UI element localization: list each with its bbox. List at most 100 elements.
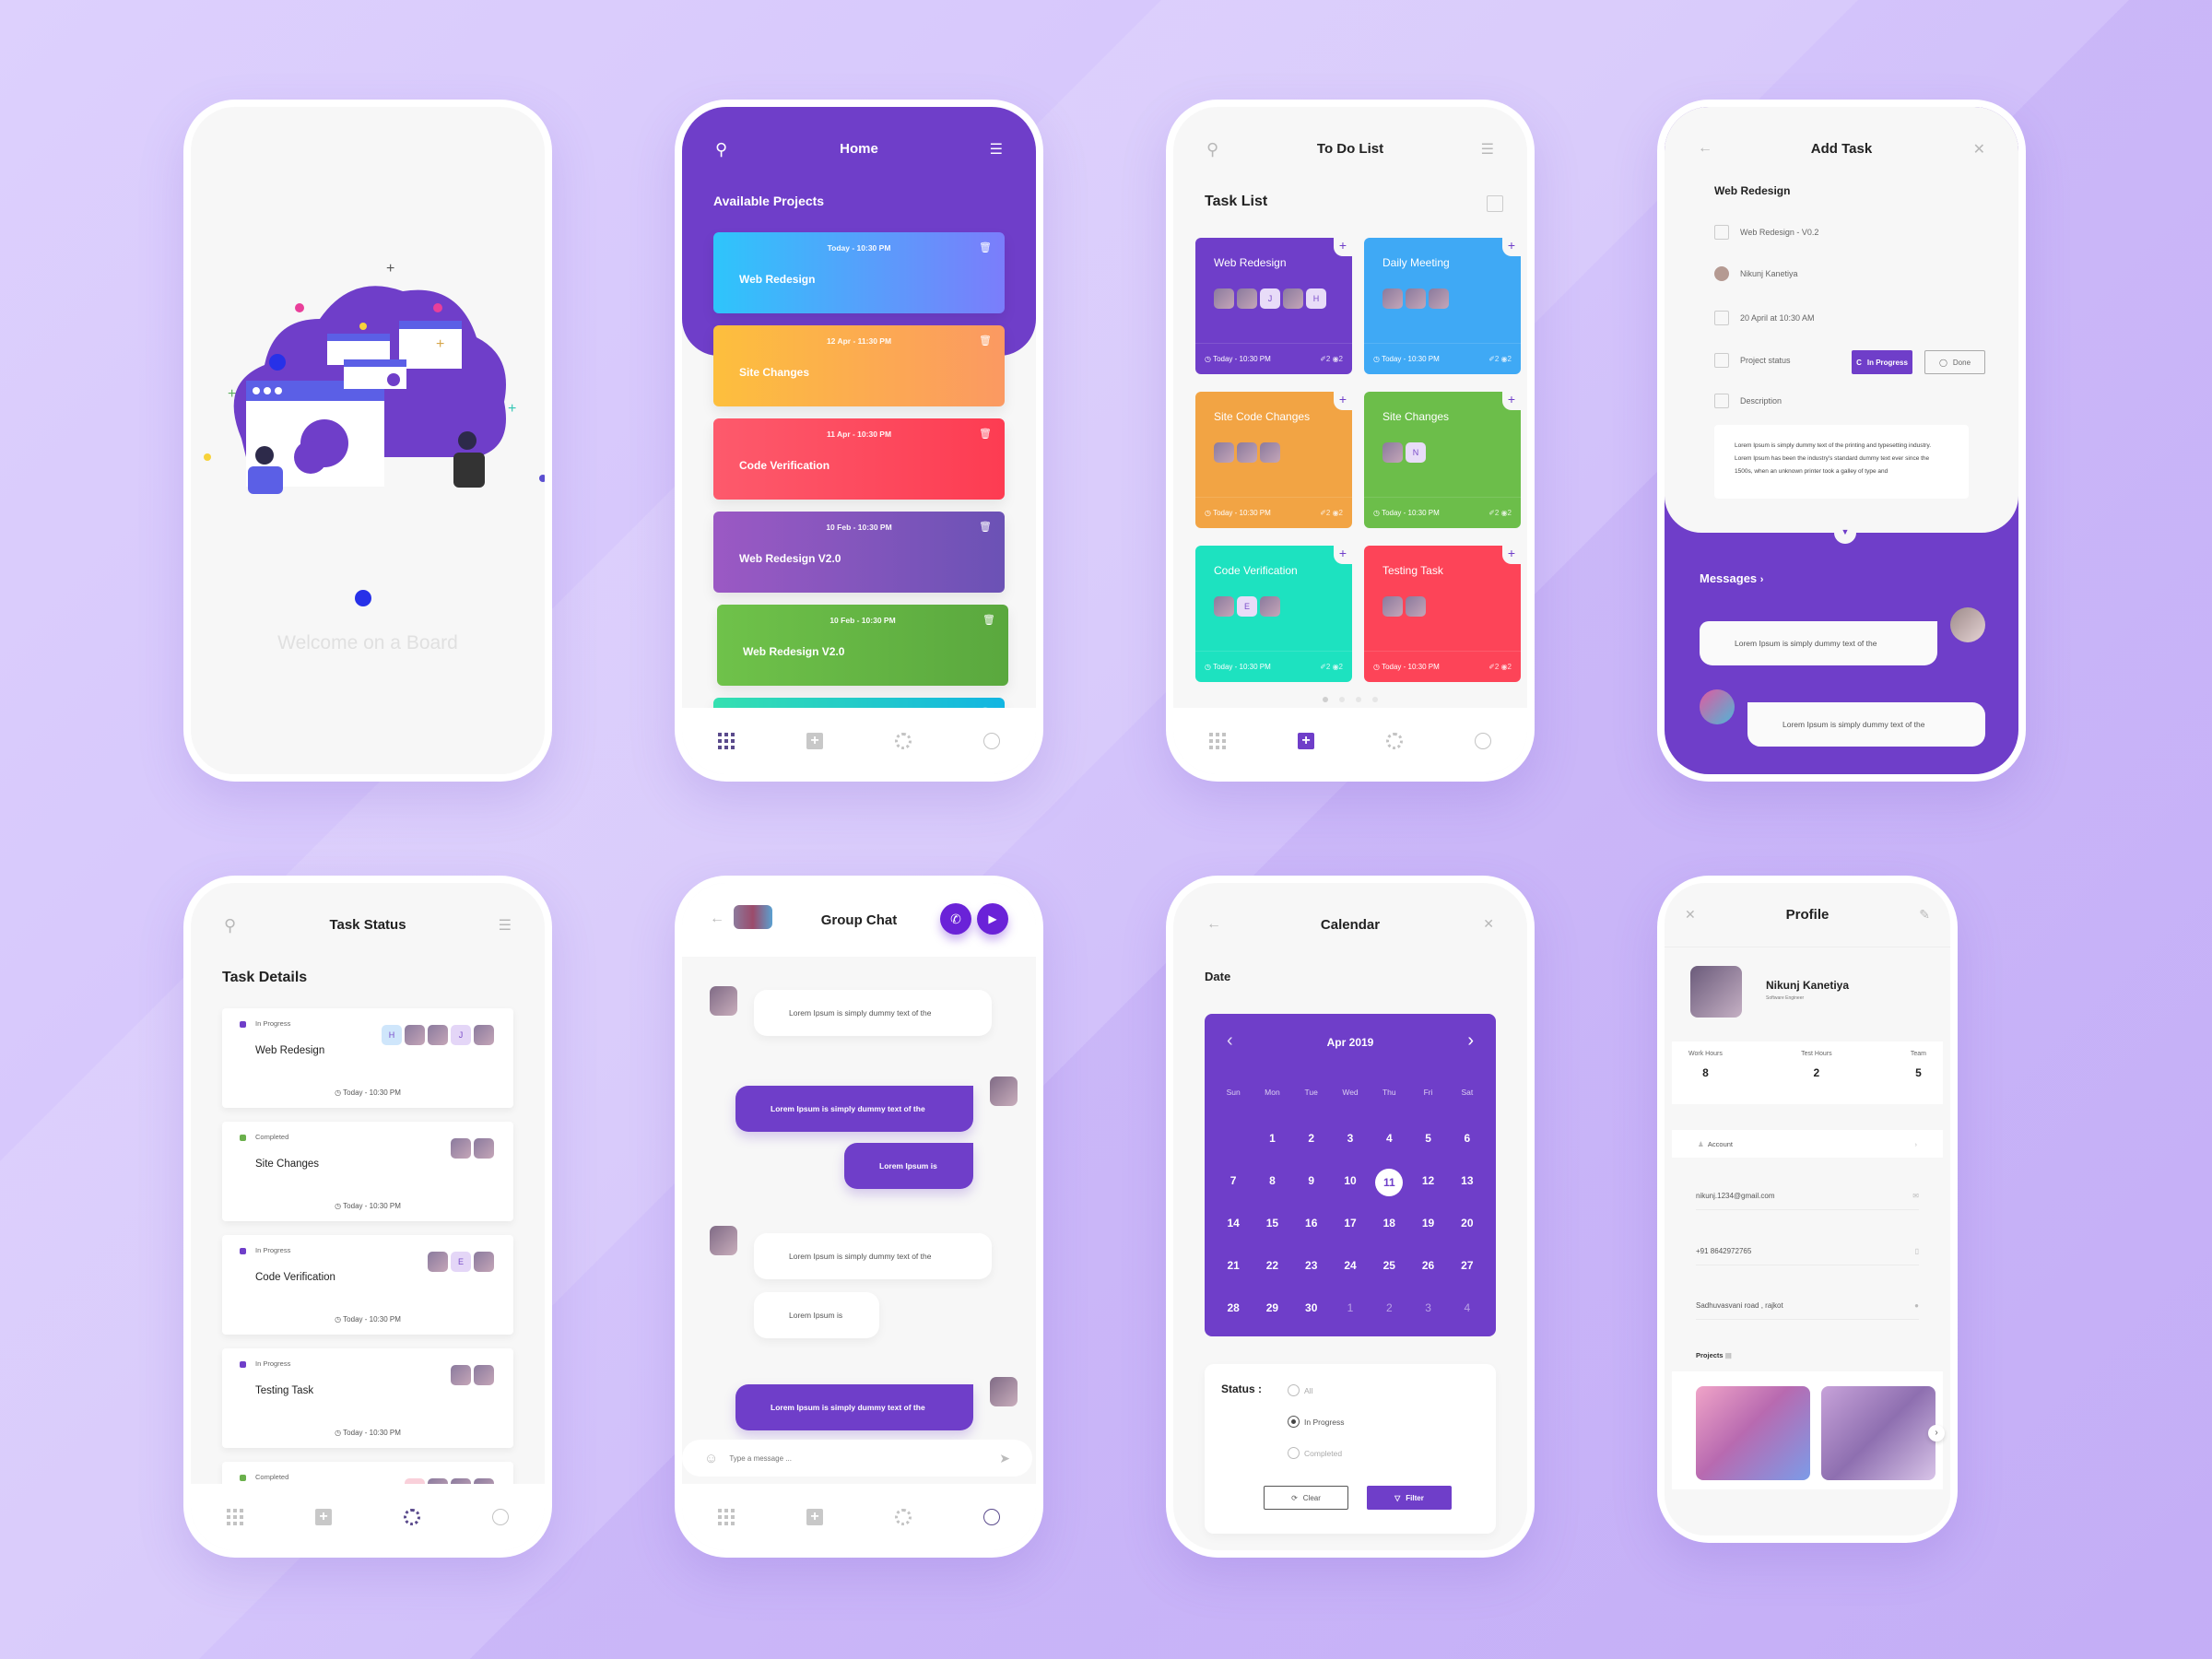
tab-chat-icon[interactable] xyxy=(489,1506,512,1528)
next-month-button[interactable]: › xyxy=(1467,1030,1474,1052)
project-card[interactable]: Today - 10:30 PM Web Redesign 🗑 xyxy=(713,232,1005,313)
day-cell[interactable]: 22 xyxy=(1253,1253,1291,1296)
status-done-button[interactable]: ◯ Done xyxy=(1924,350,1985,374)
status-in-progress-button[interactable]: C In Progress xyxy=(1852,350,1912,374)
task-card[interactable]: + Daily Meeting ◷ Today - 10:30 PM ✐2 ◉2 xyxy=(1364,238,1521,374)
close-icon[interactable]: ✕ xyxy=(1973,140,1985,159)
day-cell[interactable]: 28 xyxy=(1214,1296,1253,1338)
page-dot[interactable] xyxy=(1323,697,1328,702)
add-member-button[interactable]: + xyxy=(1334,238,1352,256)
address-field[interactable]: Sadhuvasvani road , rajkot ● xyxy=(1696,1292,1919,1320)
day-cell[interactable]: 5 xyxy=(1408,1126,1447,1169)
filter-sliders-icon[interactable]: ☰ xyxy=(499,916,512,935)
trash-icon[interactable]: 🗑 xyxy=(979,521,992,533)
radio-button[interactable] xyxy=(1288,1416,1300,1428)
filter-sliders-icon[interactable]: ☰ xyxy=(1481,140,1494,159)
project-thumbnail[interactable] xyxy=(1821,1386,1936,1480)
email-field[interactable]: nikunj.1234@gmail.com ✉ xyxy=(1696,1182,1919,1210)
status-radio[interactable]: All xyxy=(1288,1384,1312,1396)
trash-icon[interactable]: 🗑 xyxy=(982,614,995,626)
day-cell[interactable]: 19 xyxy=(1408,1211,1447,1253)
tab-loading-icon[interactable] xyxy=(1383,730,1406,752)
day-cell[interactable]: 29 xyxy=(1253,1296,1291,1338)
task-card[interactable]: + Site Code Changes ◷ Today - 10:30 PM ✐ 2 ◉… xyxy=(1195,392,1352,528)
tab-add-icon[interactable]: + xyxy=(804,1506,826,1528)
trash-icon[interactable]: 🗑 xyxy=(979,428,992,440)
tab-loading-icon[interactable] xyxy=(892,1506,914,1528)
day-cell[interactable]: 3 xyxy=(1408,1296,1447,1338)
account-row[interactable]: ♟ Account › xyxy=(1672,1130,1943,1158)
day-cell[interactable]: 10 xyxy=(1331,1169,1370,1211)
task-status-card[interactable]: Completed Site Changes ◷ Today - 10:30 PM xyxy=(222,1122,513,1221)
tab-add-icon[interactable]: + xyxy=(804,730,826,752)
day-cell[interactable]: 11 xyxy=(1370,1169,1408,1211)
message-input[interactable] xyxy=(729,1453,989,1463)
collapse-toggle[interactable]: ▼ xyxy=(1834,522,1856,544)
day-cell[interactable]: 16 xyxy=(1292,1211,1331,1253)
day-cell[interactable]: 24 xyxy=(1331,1253,1370,1296)
tab-grid-icon[interactable] xyxy=(715,730,737,752)
radio-button[interactable] xyxy=(1288,1384,1300,1396)
day-cell[interactable]: 17 xyxy=(1331,1211,1370,1253)
task-card[interactable]: + Site Changes N ◷ Today - 10:30 PM ✐2 ◉2 xyxy=(1364,392,1521,528)
tab-chat-icon[interactable] xyxy=(1472,730,1494,752)
add-member-button[interactable]: + xyxy=(1502,546,1521,564)
carousel-next-button[interactable]: › xyxy=(1928,1425,1945,1441)
back-arrow-icon[interactable]: ← xyxy=(710,911,724,927)
tab-add-icon[interactable]: + xyxy=(312,1506,335,1528)
day-cell[interactable]: 7 xyxy=(1214,1169,1253,1211)
day-cell[interactable]: 1 xyxy=(1331,1296,1370,1338)
day-cell[interactable]: 15 xyxy=(1253,1211,1291,1253)
assignee-row[interactable]: Nikunj Kanetiya xyxy=(1714,266,1798,281)
search-icon[interactable]: ⚲ xyxy=(1206,140,1218,159)
call-button[interactable]: ✆ xyxy=(940,903,971,935)
day-cell[interactable]: 13 xyxy=(1448,1169,1487,1211)
filter-button[interactable]: ▽ Filter xyxy=(1367,1486,1452,1510)
page-dot[interactable] xyxy=(1372,697,1378,702)
day-cell[interactable]: 25 xyxy=(1370,1253,1408,1296)
back-arrow-icon[interactable]: ← xyxy=(1206,916,1221,933)
due-date-row[interactable]: 20 April at 10:30 AM xyxy=(1714,311,1815,325)
day-cell[interactable]: 21 xyxy=(1214,1253,1253,1296)
tab-add-icon[interactable]: + xyxy=(1295,730,1317,752)
project-card[interactable]: 12 Apr - 11:30 PM Site Changes 🗑 xyxy=(713,325,1005,406)
task-status-card[interactable]: In Progress Testing Task ◷ Today - 10:30 P… xyxy=(222,1348,513,1448)
day-cell[interactable]: 26 xyxy=(1408,1253,1447,1296)
add-member-button[interactable]: + xyxy=(1334,546,1352,564)
day-cell[interactable]: 18 xyxy=(1370,1211,1408,1253)
day-cell[interactable]: 2 xyxy=(1292,1126,1331,1169)
day-cell[interactable]: 1 xyxy=(1253,1126,1291,1169)
day-cell[interactable]: 4 xyxy=(1448,1296,1487,1338)
status-radio[interactable]: In Progress xyxy=(1288,1416,1344,1428)
day-cell[interactable]: 4 xyxy=(1370,1126,1408,1169)
add-member-button[interactable]: + xyxy=(1502,238,1521,256)
tab-grid-icon[interactable] xyxy=(715,1506,737,1528)
calendar-icon[interactable] xyxy=(1487,195,1503,212)
close-icon[interactable]: ✕ xyxy=(1685,907,1696,923)
radio-button[interactable] xyxy=(1288,1447,1300,1459)
tab-loading-icon[interactable] xyxy=(892,730,914,752)
day-cell[interactable]: 8 xyxy=(1253,1169,1291,1211)
messages-link[interactable]: Messages › xyxy=(1700,571,1763,585)
page-dot[interactable] xyxy=(1339,697,1345,702)
day-cell[interactable]: 2 xyxy=(1370,1296,1408,1338)
tab-loading-icon[interactable] xyxy=(401,1506,423,1528)
search-icon[interactable]: ⚲ xyxy=(224,916,236,935)
project-card[interactable]: 10 Feb - 10:30 PM Web Redesign V2.0 🗑 xyxy=(713,512,1005,593)
add-member-button[interactable]: + xyxy=(1502,392,1521,410)
task-status-card[interactable]: In Progress Web Redesign ◷ Today - 10:30 P… xyxy=(222,1008,513,1108)
page-dot[interactable] xyxy=(1356,697,1361,702)
day-cell[interactable]: 23 xyxy=(1292,1253,1331,1296)
task-card[interactable]: + Code Verification E ◷ Today - 10:30 PM ✐2 … xyxy=(1195,546,1352,682)
day-cell[interactable]: 20 xyxy=(1448,1211,1487,1253)
task-card[interactable]: + Web Redesign J H ◷ Today - 10:30 PM ✐2 ◉2 xyxy=(1195,238,1352,374)
close-icon[interactable]: ✕ xyxy=(1483,916,1494,932)
search-icon[interactable]: ⚲ xyxy=(715,140,727,159)
day-cell[interactable]: 30 xyxy=(1292,1296,1331,1338)
project-card[interactable]: 11 Apr - 10:30 PM Code Verification 🗑 xyxy=(713,418,1005,500)
task-status-card[interactable]: In Progress Code Verification ◷ Today - 10… xyxy=(222,1235,513,1335)
back-arrow-icon[interactable]: ← xyxy=(1698,140,1712,157)
clear-button[interactable]: ⟳ Clear xyxy=(1264,1486,1348,1510)
emoji-icon[interactable]: ☺ xyxy=(704,1451,718,1466)
edit-pencil-icon[interactable]: ✎ xyxy=(1919,907,1930,923)
